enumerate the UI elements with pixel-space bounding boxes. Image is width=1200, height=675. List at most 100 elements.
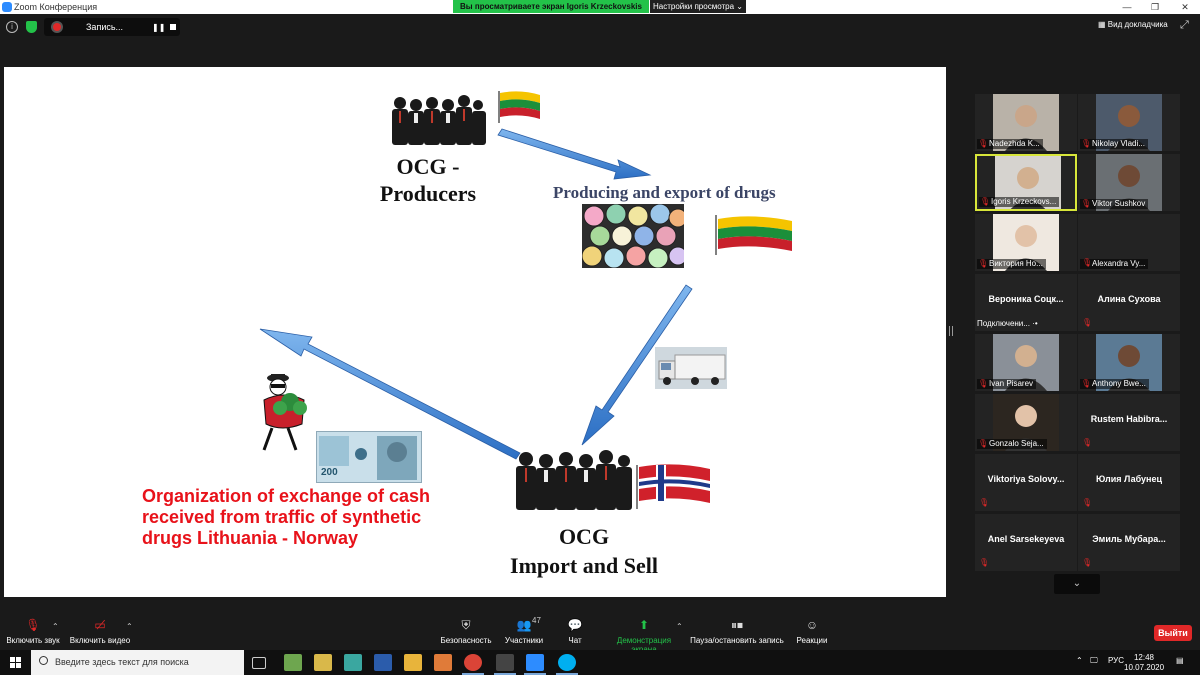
participant-name: Rustem Habibra...	[1090, 414, 1168, 424]
recording-label: Запись...	[86, 22, 124, 32]
muted-mic-icon: 🎙	[1082, 318, 1093, 327]
participant-tile[interactable]: Rustem Habibra... 🎙	[1078, 394, 1180, 451]
encryption-shield-icon[interactable]	[26, 21, 37, 33]
task-view-icon[interactable]	[252, 657, 266, 669]
file-explorer-icon[interactable]	[404, 654, 422, 671]
video-off-icon: ▭̸	[94, 618, 106, 632]
participant-tile[interactable]: Юлия Лабунец 🎙	[1078, 454, 1180, 511]
maximize-icon[interactable]: ❐	[1142, 0, 1168, 14]
audio-options-chevron-icon[interactable]: ⌃	[52, 622, 59, 631]
language-indicator[interactable]: РУС	[1108, 656, 1124, 665]
chrome-app-icon[interactable]	[462, 654, 484, 675]
meeting-toolbar: 🎙 Включить звук ⌃ ▭̸ Включить видео ⌃ ⛨ Без…	[0, 613, 1200, 654]
muted-mic-icon: 🎙	[979, 558, 990, 567]
speaker-view-button[interactable]: ▦ Вид докладчика	[1098, 20, 1168, 29]
title-bar: Zoom Конференция Вы просматриваете экран…	[0, 0, 1200, 14]
share-screen-button[interactable]: ⬆Демонстрация экрана	[604, 617, 684, 654]
ocg-import-title: OCG Import and Sell	[494, 522, 674, 580]
snipping-tool-icon[interactable]	[494, 654, 516, 675]
muted-mic-icon: 🎙	[978, 139, 989, 148]
close-icon[interactable]: ✕	[1172, 0, 1198, 14]
view-options-button[interactable]: Настройки просмотра ⌄	[650, 0, 746, 13]
recording-indicator: Запись... ❚❚	[44, 18, 180, 36]
participants-button[interactable]: 👥 Участники 47	[502, 616, 546, 645]
chat-button[interactable]: 💬 Чат	[560, 617, 590, 645]
stop-recording-icon[interactable]	[170, 24, 176, 30]
participant-tile[interactable]: Nikolay Vladi... 🎙	[1078, 94, 1180, 151]
pause-stop-recording-button[interactable]: ⏸⏹ Пауза/остановить запись	[690, 617, 784, 645]
photos-app-icon[interactable]	[434, 654, 452, 671]
muted-mic-icon: 🎙	[978, 259, 989, 268]
record-dot-icon	[53, 23, 61, 31]
participant-tile[interactable]: Виктория Но... 🎙	[975, 214, 1077, 271]
pause-stop-icon: ⏸⏹	[730, 618, 743, 632]
participant-name: Вероника Соцк...	[988, 294, 1064, 304]
participant-tile[interactable]: Anthony Bwe... 🎙	[1078, 334, 1180, 391]
participant-tile[interactable]: Алина Сухова 🎙	[1078, 274, 1180, 331]
participants-label: Участники	[504, 636, 544, 645]
video-options-chevron-icon[interactable]: ⌃	[126, 622, 133, 631]
start-video-button[interactable]: ▭̸ Включить видео	[68, 617, 132, 645]
zoom-taskbar-icon[interactable]	[524, 654, 546, 675]
ocg-import-line1: OCG	[558, 524, 610, 549]
muted-mic-icon: 🎙	[978, 379, 989, 388]
gallery-scroll-down-button[interactable]: ⌄	[1054, 574, 1100, 594]
participant-tile[interactable]: Ivan Pisarev 🎙	[975, 334, 1077, 391]
reactions-button[interactable]: ☺ Реакции	[796, 617, 828, 645]
participant-tile[interactable]: Igoris Krzeckovs... 🎙	[975, 154, 1077, 211]
cash-courier-cartoon-icon	[262, 374, 307, 451]
truck-image	[655, 347, 727, 389]
share-options-chevron-icon[interactable]: ⌃	[676, 622, 683, 631]
word-app-icon[interactable]	[374, 654, 392, 671]
screen-share-banner: Вы просматриваете экран Igoris Krzeckovs…	[453, 0, 649, 13]
participant-tile[interactable]: Anel Sarsekeyeva 🎙	[975, 514, 1077, 571]
taskbar-search-box[interactable]: Введите здесь текст для поиска	[31, 650, 244, 675]
arrow-producers-to-export	[497, 128, 652, 180]
participant-name: Юлия Лабунец	[1095, 474, 1163, 484]
chat-label: Чат	[568, 636, 582, 645]
zoom-logo-icon	[2, 2, 12, 12]
skype-app-icon[interactable]	[556, 654, 578, 675]
speaker-view-label: Вид докладчика	[1107, 20, 1168, 29]
participant-tile[interactable]: Alexandra Vy... 🎙	[1078, 214, 1180, 271]
ocg-producers-people-icon	[392, 95, 486, 145]
participant-tile[interactable]: Вероника Соцк... Подключени... ·•	[975, 274, 1077, 331]
info-icon[interactable]: i	[6, 21, 18, 33]
taskbar-clock[interactable]: 12:48 10.07.2020	[1124, 653, 1164, 673]
participant-tile[interactable]: Viktoriya Solovy... 🎙	[975, 454, 1077, 511]
tools-app-icon[interactable]	[314, 654, 332, 671]
cash-line3: drugs Lithuania - Norway	[142, 528, 359, 548]
calculator-app-icon[interactable]	[284, 654, 302, 671]
clock-time: 12:48	[1133, 653, 1155, 662]
participant-name: Viktoriya Solovy...	[987, 474, 1065, 484]
reactions-smiley-icon: ☺	[805, 618, 819, 632]
panel-resize-handle[interactable]	[949, 326, 953, 336]
participant-tile[interactable]: Nadezhda K... 🎙	[975, 94, 1077, 151]
participant-tile[interactable]: Gonzalo Seja... 🎙	[975, 394, 1077, 451]
security-button[interactable]: ⛨ Безопасность	[440, 617, 492, 645]
windows-start-icon[interactable]	[0, 650, 30, 675]
search-icon	[39, 656, 48, 665]
minimize-icon[interactable]: —	[1114, 0, 1140, 14]
leave-meeting-button[interactable]: Выйти	[1154, 625, 1192, 641]
chat-bubble-icon: 💬	[567, 618, 583, 632]
muted-mic-icon: 🎙	[1081, 199, 1092, 208]
speaker-view-icon: ▦	[1098, 20, 1108, 29]
fullscreen-icon[interactable]: ⤢	[1180, 19, 1189, 32]
pause-stop-recording-label: Пауза/остановить запись	[690, 636, 784, 645]
notifications-icon[interactable]: ▤	[1176, 656, 1184, 665]
muted-mic-icon: 🎙	[1082, 438, 1093, 447]
muted-mic-icon: 🎙	[979, 498, 990, 507]
security-shield-icon: ⛨	[461, 618, 471, 632]
cash-line1: Organization of exchange of cash	[142, 486, 431, 506]
notes-app-icon[interactable]	[344, 654, 362, 671]
participant-tile[interactable]: Viktor Sushkov 🎙	[1078, 154, 1180, 211]
pause-recording-icon[interactable]: ❚❚	[152, 23, 165, 32]
participant-tile[interactable]: Эмиль Мубара... 🎙	[1078, 514, 1180, 571]
network-icon[interactable]: 🖵	[1090, 656, 1098, 666]
security-label: Безопасность	[440, 636, 492, 645]
tray-overflow-chevron-icon[interactable]: ⌃	[1076, 656, 1083, 665]
muted-mic-icon: 🎙	[1082, 258, 1093, 267]
ocg-producers-line2: Producers	[379, 181, 477, 206]
cash-line2: received from traffic of synthetic	[142, 507, 422, 527]
